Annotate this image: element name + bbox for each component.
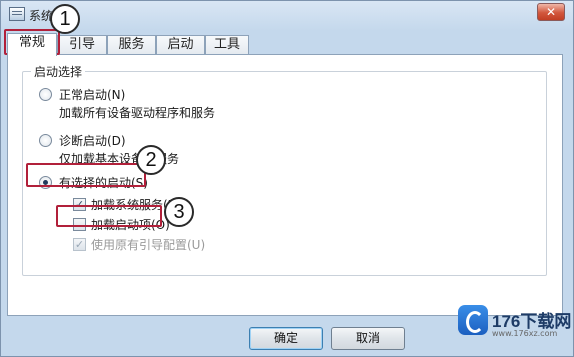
- watermark-subtext: www.176xz.com: [492, 329, 558, 338]
- site-watermark: 176下载网 www.176xz.com: [458, 301, 571, 351]
- step-2-badge: 2: [136, 145, 166, 175]
- cancel-button[interactable]: 取消: [331, 327, 405, 350]
- title-bar[interactable]: 系统配置: [1, 1, 573, 29]
- step-1-badge: 1: [50, 4, 80, 34]
- tab-tools[interactable]: 工具: [205, 35, 249, 55]
- step-3-badge: 3: [164, 197, 194, 227]
- load-services-checkbox[interactable]: ✓: [73, 198, 86, 211]
- diagnostic-startup-radio[interactable]: [39, 134, 52, 147]
- app-window-icon: [9, 7, 25, 21]
- ok-button[interactable]: 确定: [249, 327, 323, 350]
- selective-startup-radio[interactable]: [39, 176, 52, 189]
- tab-boot[interactable]: 引导: [57, 35, 107, 55]
- load-startup-items-checkbox[interactable]: [73, 218, 86, 231]
- tab-general[interactable]: 常规: [7, 33, 57, 56]
- watermark-logo-icon: [458, 305, 488, 335]
- diagnostic-startup-label[interactable]: 诊断启动(D): [59, 132, 126, 149]
- use-original-boot-label: 使用原有引导配置(U): [91, 238, 206, 252]
- tab-startup[interactable]: 启动: [156, 35, 205, 55]
- general-tab-panel: 启动选择 正常启动(N) 加载所有设备驱动程序和服务 诊断启动(D) 仅加载基本…: [7, 54, 563, 316]
- tab-services[interactable]: 服务: [107, 35, 156, 55]
- normal-startup-label[interactable]: 正常启动(N): [59, 86, 125, 103]
- load-startup-items-label[interactable]: 加载启动项(O): [91, 216, 170, 233]
- close-button[interactable]: [537, 3, 565, 21]
- startup-selection-group: 启动选择 正常启动(N) 加载所有设备驱动程序和服务 诊断启动(D) 仅加载基本…: [22, 63, 547, 276]
- normal-startup-radio[interactable]: [39, 88, 52, 101]
- use-original-boot-checkbox: ✓: [73, 238, 86, 251]
- selective-startup-label[interactable]: 有选择的启动(S): [59, 174, 148, 191]
- normal-startup-description: 加载所有设备驱动程序和服务: [59, 106, 216, 120]
- startup-selection-title: 启动选择: [31, 63, 86, 80]
